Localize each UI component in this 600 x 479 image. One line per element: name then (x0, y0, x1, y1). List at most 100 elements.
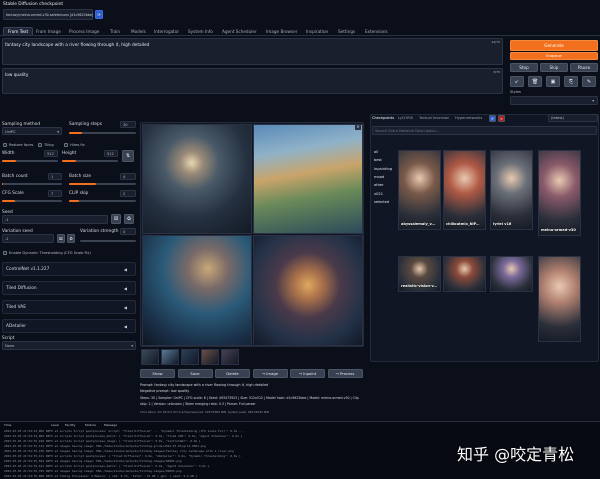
network-tab-2[interactable]: Textual Inversion (419, 116, 449, 120)
close-icon[interactable]: ✕ (355, 124, 361, 130)
output-button-3[interactable]: → Image (252, 369, 288, 378)
network-category-5[interactable]: v021 (374, 192, 383, 196)
output-button-0[interactable]: Show (140, 369, 175, 378)
gallery-thumbnail[interactable] (141, 349, 159, 365)
tab-1[interactable]: From Image (36, 29, 61, 34)
tiling-checkbox[interactable] (38, 143, 42, 147)
network-search-input[interactable]: Search Extra Network Description... (372, 126, 597, 135)
output-button-5[interactable]: → Process (327, 369, 363, 378)
random-seed-button[interactable]: ⚄ (111, 214, 121, 224)
dynamic-threshold-checkbox[interactable] (3, 251, 7, 255)
network-category-1[interactable]: best (374, 158, 382, 162)
script-select[interactable]: None ▾ (2, 341, 136, 350)
tab-5[interactable]: Interrogator (154, 29, 179, 34)
stop-button[interactable]: Stop (510, 63, 538, 72)
accordion-2[interactable]: Tiled VAE ◀ (2, 300, 136, 314)
variation-seed-input[interactable]: -1 (2, 234, 54, 243)
restore-faces-checkbox[interactable] (3, 143, 7, 147)
network-card[interactable]: meina-ormed-v30 (538, 150, 581, 236)
network-category-2[interactable]: inpainting (374, 167, 392, 171)
variation-reuse-button[interactable]: ♻ (67, 234, 75, 243)
network-card[interactable]: lyriel v16 (490, 150, 533, 230)
cfg-scale-slider[interactable] (2, 200, 62, 202)
gallery-thumbnail[interactable] (201, 349, 219, 365)
sampling-steps-input[interactable]: 30 (120, 121, 136, 128)
hires-fix-checkbox[interactable] (64, 143, 68, 147)
tab-11[interactable]: Extensions (365, 29, 388, 34)
tab-9[interactable]: Inspiration (306, 29, 328, 34)
output-button-4[interactable]: → Inpaint (290, 369, 325, 378)
generate-button[interactable]: Generate (510, 40, 598, 51)
styles-select[interactable]: ▾ (510, 96, 598, 105)
extra-networks-button[interactable]: ▣ (546, 76, 560, 87)
output-button-1[interactable]: Save (177, 369, 213, 378)
network-card[interactable]: abyssalemaly_v... (398, 150, 441, 230)
trash-button[interactable]: 🗑 (528, 76, 542, 87)
network-card[interactable] (443, 256, 486, 292)
negative-prompt-textarea[interactable]: low quality 3/75 (2, 68, 503, 94)
accordion-0[interactable]: ControlNet v1.1.227 ◀ (2, 262, 136, 276)
variation-random-button[interactable]: ⚄ (57, 234, 65, 243)
network-card[interactable] (538, 256, 581, 342)
gallery-thumbnail[interactable] (221, 349, 239, 365)
sampling-method-select[interactable]: UniPC ▾ (2, 127, 62, 135)
cfg-scale-input[interactable]: 7 (48, 190, 62, 197)
gallery-image-1[interactable] (142, 124, 252, 234)
width-input[interactable]: 512 (44, 150, 58, 157)
close-networks-button[interactable]: ✕ (498, 115, 505, 122)
checkpoint-select[interactable]: fantasy\meina-ormed-v30.safetensors [d1c… (3, 9, 93, 20)
tab-0[interactable]: From Text (3, 27, 34, 35)
batch-count-input[interactable]: 1 (48, 173, 62, 180)
network-category-4[interactable]: other (374, 183, 384, 187)
tab-4[interactable]: Models (131, 29, 146, 34)
width-slider[interactable] (2, 160, 58, 162)
tab-6[interactable]: System Info (188, 29, 213, 34)
network-tab-1[interactable]: LyCORIS (398, 116, 413, 120)
pause-button[interactable]: Pause (570, 63, 598, 72)
gallery-image-3[interactable] (142, 235, 252, 346)
variation-strength-slider[interactable] (80, 240, 136, 242)
network-card[interactable]: realistic-vision-v... (398, 256, 441, 292)
variation-strength-input[interactable]: 0 (120, 228, 136, 235)
network-tab-3[interactable]: Hypernetworks (455, 116, 482, 120)
refresh-checkpoint-button[interactable]: ⟳ (95, 10, 103, 19)
tab-3[interactable]: Train (110, 29, 120, 34)
tab-7[interactable]: Agent Scheduler (222, 29, 257, 34)
reuse-seed-button[interactable]: ♻ (124, 214, 134, 224)
prompt-textarea[interactable]: fantasy city landscape with a river flow… (2, 38, 503, 65)
network-category-0[interactable]: all (374, 150, 378, 154)
batch-size-slider[interactable] (69, 183, 136, 185)
output-button-2[interactable]: Delete (215, 369, 250, 378)
tab-10[interactable]: Settings (338, 29, 355, 34)
network-card[interactable]: chilloutmix_NiP... (443, 150, 486, 230)
read-params-button[interactable]: ↙ (510, 76, 524, 87)
enqueue-button[interactable]: Enqueue (510, 52, 598, 60)
gallery-thumbnail[interactable] (161, 349, 179, 365)
refresh-networks-button[interactable]: ⟳ (489, 115, 496, 122)
gallery-image-4[interactable] (253, 235, 363, 346)
skip-button[interactable]: Skip (540, 63, 568, 72)
clip-skip-input[interactable]: 2 (120, 190, 136, 197)
network-card[interactable] (490, 256, 533, 292)
apply-style-button[interactable]: ✎ (582, 76, 596, 87)
swap-dimensions-button[interactable]: ⇅ (122, 150, 134, 162)
gallery-image-2[interactable] (253, 124, 363, 234)
tab-8[interactable]: Image Browser (266, 29, 297, 34)
gallery-thumbnail[interactable] (181, 349, 199, 365)
network-category-6[interactable]: selected (374, 200, 389, 204)
tab-2[interactable]: Process Image (69, 29, 99, 34)
sampling-steps-slider[interactable] (69, 132, 136, 134)
height-slider[interactable] (62, 160, 118, 162)
seed-input[interactable]: -1 (2, 215, 108, 224)
batch-size-input[interactable]: 4 (120, 173, 136, 180)
network-category-3[interactable]: mood (374, 175, 384, 179)
network-tab-0[interactable]: Checkpoints (372, 116, 394, 120)
chevron-left-icon: ◀ (123, 305, 127, 310)
clip-skip-slider[interactable] (69, 200, 136, 202)
height-input[interactable]: 512 (104, 150, 118, 157)
accordion-3[interactable]: ADetailer ◀ (2, 319, 136, 333)
save-style-button[interactable]: ⎘ (564, 76, 578, 87)
accordion-1[interactable]: Tiled Diffusion ◀ (2, 281, 136, 295)
batch-count-slider[interactable] (2, 183, 62, 185)
subdir-search-input[interactable]: (latest) (548, 114, 598, 122)
